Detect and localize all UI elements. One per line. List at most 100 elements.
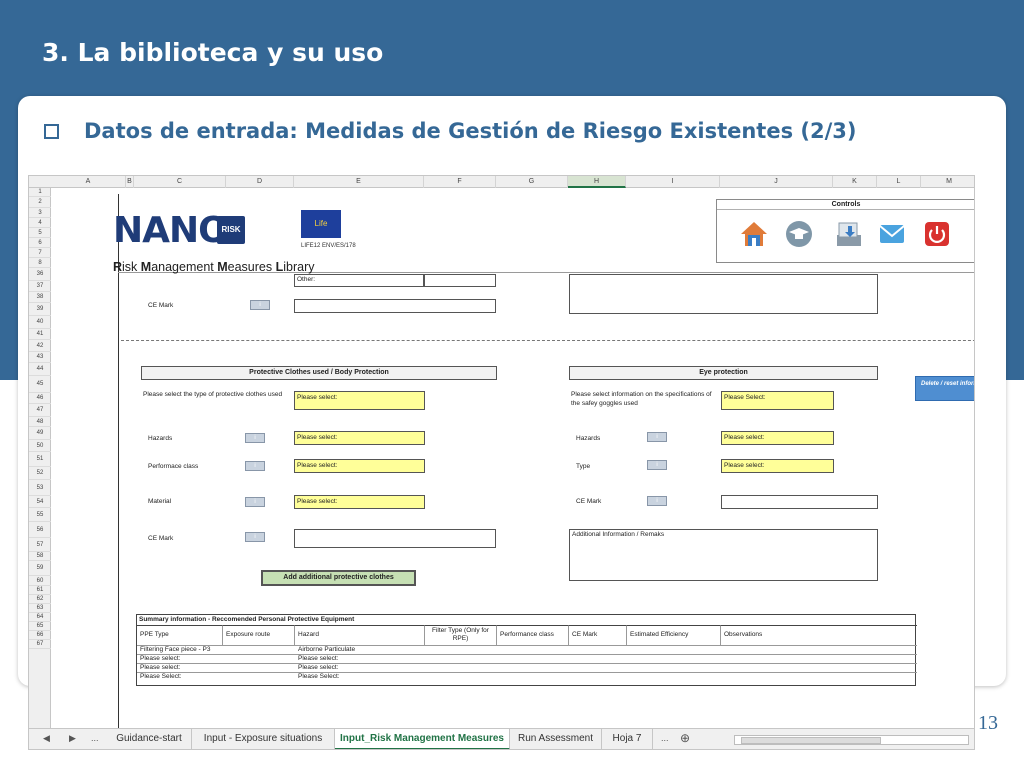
delete-reset-button[interactable]: Delete / reset information [915, 376, 974, 401]
row-header[interactable]: 1 [29, 188, 51, 197]
summary-header-observations: Observations [721, 625, 917, 645]
info-button-ce-top[interactable]: i [250, 300, 270, 310]
tab-hoja-7[interactable]: Hoja 7 [602, 729, 653, 749]
add-protective-clothes-button[interactable]: Add additional protective clothes [261, 570, 416, 586]
row-header[interactable]: 7 [29, 248, 51, 258]
row-header[interactable]: 49 [29, 427, 51, 440]
clothes-type-select[interactable]: Please select: [294, 391, 425, 410]
next-sheet-icon[interactable]: ▶ [69, 733, 76, 744]
eye-hazards-select[interactable]: Please select: [721, 431, 834, 445]
row-header[interactable]: 37 [29, 281, 51, 292]
row-header[interactable]: 62 [29, 595, 51, 604]
add-sheet-icon[interactable]: ⊕ [680, 731, 690, 745]
row-header[interactable]: 67 [29, 640, 51, 649]
row-header[interactable]: 6 [29, 238, 51, 248]
tab-input-exposure-situations[interactable]: Input - Exposure situations [192, 729, 335, 749]
row-header[interactable]: 8 [29, 258, 51, 268]
row-header[interactable]: 55 [29, 508, 51, 522]
eye-type-select[interactable]: Please select: [721, 459, 834, 473]
row-header[interactable]: 38 [29, 292, 51, 303]
column-header[interactable]: F [424, 176, 496, 188]
mail-button[interactable] [877, 219, 907, 249]
row-header[interactable]: 5 [29, 228, 51, 238]
row-header[interactable]: 47 [29, 404, 51, 417]
row-header[interactable]: 60 [29, 576, 51, 586]
clothes-hazards-select[interactable]: Please select: [294, 431, 425, 445]
row-header[interactable]: 43 [29, 352, 51, 363]
column-header[interactable]: E [294, 176, 424, 188]
column-header[interactable]: G [496, 176, 568, 188]
summary-row[interactable]: Please select: Please select: [137, 654, 917, 662]
row-header[interactable]: 39 [29, 303, 51, 316]
row-header[interactable]: 51 [29, 452, 51, 467]
row-header[interactable]: 4 [29, 218, 51, 228]
clothes-material-select[interactable]: Please select: [294, 495, 425, 509]
summary-row[interactable]: Please Select: Please Select: [137, 672, 917, 680]
column-header[interactable]: A [51, 176, 126, 188]
row-header[interactable]: 52 [29, 467, 51, 480]
row-header[interactable]: 3 [29, 208, 51, 218]
row-header[interactable]: 44 [29, 363, 51, 376]
row-header[interactable]: 45 [29, 376, 51, 393]
top-remarks-box[interactable] [569, 274, 878, 314]
row-header[interactable]: 53 [29, 480, 51, 496]
guide-button[interactable] [784, 219, 814, 249]
clothes-ce-mark-field[interactable] [294, 529, 496, 548]
tabs-ellipsis-left[interactable]: ... [91, 733, 99, 743]
row-header[interactable]: 2 [29, 197, 51, 208]
column-header[interactable]: B [126, 176, 134, 188]
column-header[interactable]: H [568, 176, 626, 188]
excel-screenshot: ABCDEFGHIJKLM 1 2 3 4 5 6 7 8 36 37 38 39 40 41 42 43 44… [28, 175, 975, 750]
row-header[interactable]: 48 [29, 417, 51, 427]
row-header[interactable]: 50 [29, 440, 51, 452]
row-header[interactable]: 58 [29, 552, 51, 561]
download-button[interactable] [834, 219, 864, 249]
power-button[interactable] [922, 219, 952, 249]
row-header[interactable]: 65 [29, 622, 51, 631]
row-header[interactable]: 66 [29, 631, 51, 640]
eye-spec-select[interactable]: Please Select: [721, 391, 834, 410]
clothes-performance-select[interactable]: Please select: [294, 459, 425, 473]
row-header[interactable]: 57 [29, 538, 51, 552]
ce-mark-field-top[interactable] [294, 299, 496, 313]
info-button-clothes-performance[interactable]: i [245, 461, 265, 471]
info-button-eye-ce[interactable]: i [647, 496, 667, 506]
tabs-ellipsis-right[interactable]: ... [661, 733, 669, 743]
row-header[interactable]: 54 [29, 496, 51, 508]
tab-guidance-start[interactable]: Guidance-start [107, 729, 192, 749]
other-field[interactable]: Other: [294, 274, 424, 287]
column-header[interactable]: K [833, 176, 877, 188]
eye-remarks-box[interactable]: Additional Information / Remaks [569, 529, 878, 581]
summary-row[interactable]: Filtering Face piece - P3 Airborne Parti… [137, 645, 917, 653]
info-button-clothes-hazards[interactable]: i [245, 433, 265, 443]
home-button[interactable] [739, 219, 769, 249]
tab-input-risk-management-measures[interactable]: Input_Risk Management Measures [335, 729, 510, 749]
row-header[interactable]: 40 [29, 316, 51, 329]
eye-ce-mark-field[interactable] [721, 495, 878, 509]
column-header[interactable]: I [626, 176, 720, 188]
row-header[interactable]: 56 [29, 522, 51, 538]
row-header[interactable]: 64 [29, 613, 51, 622]
column-header[interactable]: D [226, 176, 294, 188]
row-header[interactable]: 42 [29, 340, 51, 352]
column-header[interactable]: L [877, 176, 921, 188]
horizontal-scrollbar[interactable] [734, 735, 969, 745]
scrollbar-thumb[interactable] [741, 737, 881, 744]
row-header[interactable]: 61 [29, 586, 51, 595]
info-button-clothes-ce[interactable]: i [245, 532, 265, 542]
tab-run-assessment[interactable]: Run Assessment [510, 729, 602, 749]
info-button-eye-type[interactable]: i [647, 460, 667, 470]
info-button-clothes-material[interactable]: i [245, 497, 265, 507]
other-extra-cell[interactable] [424, 274, 496, 287]
info-button-eye-hazards[interactable]: i [647, 432, 667, 442]
prev-sheet-icon[interactable]: ◀ [43, 733, 50, 744]
column-header[interactable]: M [921, 176, 974, 188]
row-header[interactable]: 46 [29, 393, 51, 404]
row-header[interactable]: 41 [29, 329, 51, 340]
row-header[interactable]: 36 [29, 268, 51, 281]
column-header[interactable]: J [720, 176, 833, 188]
row-header[interactable]: 59 [29, 561, 51, 576]
column-header[interactable]: C [134, 176, 226, 188]
summary-row[interactable]: Please select: Please select: [137, 663, 917, 671]
row-header[interactable]: 63 [29, 604, 51, 613]
